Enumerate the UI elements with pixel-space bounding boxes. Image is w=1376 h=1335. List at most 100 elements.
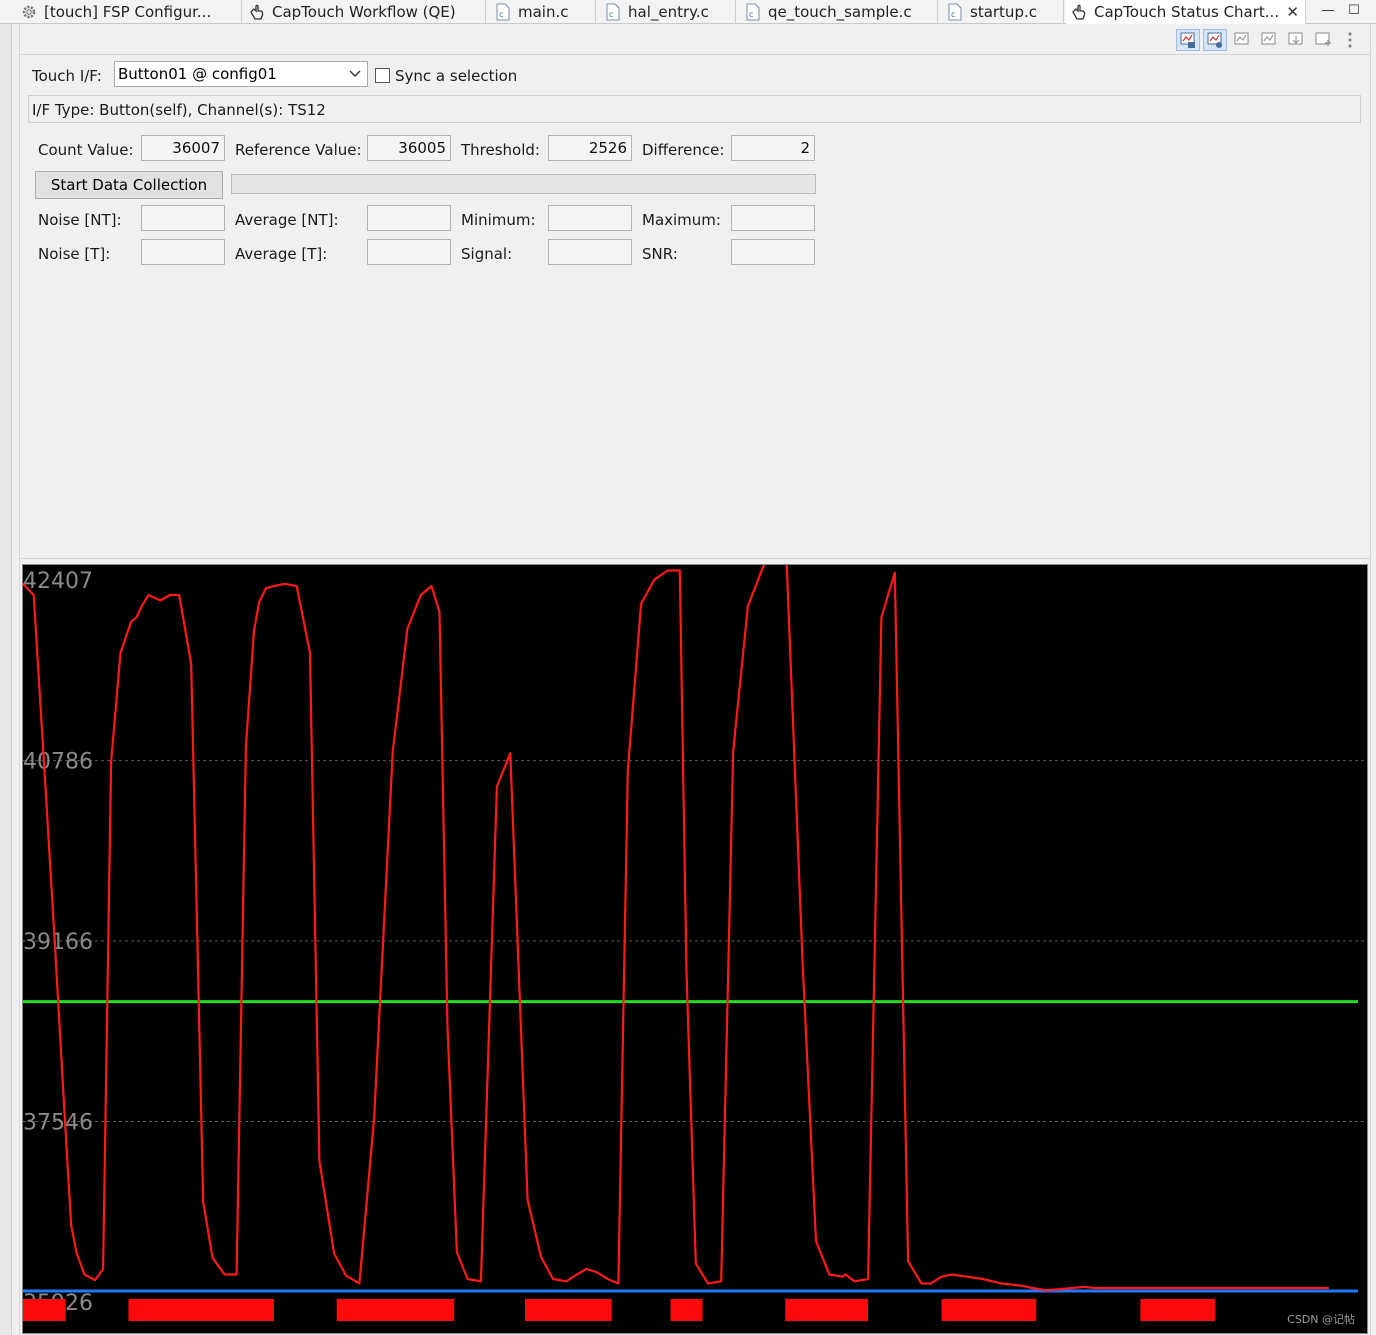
data-point <box>596 1271 598 1273</box>
data-point <box>951 1273 953 1276</box>
data-point <box>253 630 255 632</box>
more-options-icon[interactable] <box>1338 29 1362 51</box>
signal-label: Signal: <box>461 245 513 263</box>
sync-selection-label[interactable]: Sync a selection <box>395 67 517 85</box>
data-point <box>907 1260 909 1262</box>
touch-if-select[interactable]: Button01 @ config01 <box>114 61 368 87</box>
data-point <box>33 594 35 596</box>
data-point <box>653 578 656 580</box>
data-point <box>1021 1285 1023 1287</box>
start-data-collection-button[interactable]: Start Data Collection <box>35 171 223 199</box>
data-point <box>880 616 883 618</box>
data-point <box>1107 1287 1109 1289</box>
status-chart-svg: 4240740786391663754635926 <box>23 565 1367 1321</box>
maximum-field <box>731 205 815 231</box>
tab-captouch-workflow[interactable]: CapTouch Workflow (QE) <box>244 0 486 24</box>
data-point <box>83 1273 85 1276</box>
touch-status-panel: Touch I/F: Button01 @ config01 Sync a se… <box>20 54 1370 559</box>
touch-status-segment <box>670 1299 703 1321</box>
c-file-icon: c <box>604 3 622 21</box>
data-point <box>63 1110 65 1112</box>
data-point <box>1201 1287 1203 1289</box>
data-point <box>667 569 669 572</box>
data-point <box>991 1280 993 1282</box>
touch-status-segment <box>336 1299 455 1321</box>
touch-hand-icon <box>1070 3 1088 21</box>
data-point <box>496 786 498 788</box>
minimum-field <box>548 205 632 231</box>
data-point <box>258 601 260 603</box>
maximize-button[interactable]: ☐ <box>1342 0 1366 20</box>
data-point <box>236 1273 238 1276</box>
chart-add-icon[interactable] <box>1311 29 1335 51</box>
data-point <box>75 1251 77 1253</box>
data-point <box>1234 1287 1236 1289</box>
c-file-icon: c <box>494 3 512 21</box>
noise-t-field <box>141 239 225 265</box>
touch-status-segment <box>785 1299 869 1321</box>
data-point <box>54 945 56 947</box>
data-point <box>1250 1287 1252 1289</box>
data-point <box>1083 1286 1085 1288</box>
data-point <box>1214 1287 1216 1289</box>
data-point <box>110 761 112 763</box>
data-point <box>640 603 642 605</box>
average-nt-label: Average [NT]: <box>235 211 339 229</box>
data-point <box>94 1279 96 1281</box>
y-tick-label: 40786 <box>23 750 93 775</box>
data-point <box>392 750 394 752</box>
data-point <box>1143 1287 1145 1289</box>
difference-field: 2 <box>731 135 815 161</box>
data-point <box>480 1280 482 1282</box>
signal-field <box>548 239 632 265</box>
data-point <box>358 1282 360 1285</box>
data-point <box>70 1223 72 1225</box>
touch-status-segment <box>128 1299 274 1321</box>
chart-export-icon[interactable] <box>1230 29 1254 51</box>
data-point <box>1094 1287 1096 1289</box>
data-point <box>102 1268 104 1270</box>
gear-icon <box>20 3 38 21</box>
chart-save-icon[interactable] <box>1257 29 1281 51</box>
minimize-button[interactable]: — <box>1316 0 1340 20</box>
tab-fsp-configuration[interactable]: [touch] FSP Configur... <box>16 0 242 24</box>
tab-hal-entry-c[interactable]: c hal_entry.c <box>600 0 736 24</box>
data-point <box>679 569 681 572</box>
close-icon[interactable]: ✕ <box>1286 3 1299 21</box>
chart-select-icon[interactable] <box>1176 29 1200 51</box>
tab-startup-c[interactable]: c startup.c <box>942 0 1064 24</box>
touch-status-segment <box>23 1299 66 1321</box>
data-point <box>43 768 45 770</box>
data-point <box>345 1275 347 1277</box>
data-point <box>966 1276 968 1278</box>
chevron-down-icon <box>349 62 361 94</box>
data-point <box>552 1278 554 1280</box>
sync-selection-checkbox[interactable] <box>375 68 390 83</box>
data-point <box>707 1282 709 1285</box>
tab-label: [touch] FSP Configur... <box>44 3 212 21</box>
data-point <box>202 1201 204 1203</box>
chart-view-icon[interactable] <box>1203 29 1227 51</box>
data-point <box>130 621 132 623</box>
data-point <box>1181 1287 1183 1289</box>
data-point <box>224 1273 226 1276</box>
data-point <box>930 1282 932 1285</box>
data-point <box>438 611 441 613</box>
data-point <box>982 1278 984 1280</box>
data-point <box>695 1262 697 1264</box>
count-value-series <box>23 565 1329 1292</box>
editor-tab-bar: [touch] FSP Configur... CapTouch Workflo… <box>0 0 1376 24</box>
noise-nt-label: Noise [NT]: <box>38 211 122 229</box>
tab-main-c[interactable]: c main.c <box>490 0 596 24</box>
chart-download-icon[interactable] <box>1284 29 1308 51</box>
data-point <box>844 1273 847 1276</box>
touch-status-segment <box>1140 1299 1216 1321</box>
data-point <box>430 585 433 587</box>
tab-captouch-status-chart[interactable]: CapTouch Status Chart... ✕ <box>1066 0 1306 24</box>
data-point <box>1071 1287 1073 1289</box>
data-point <box>446 1026 449 1028</box>
data-point <box>169 594 171 596</box>
tab-qe-touch-sample-c[interactable]: c qe_touch_sample.c <box>740 0 938 24</box>
captouch-status-chart-view: Touch I/F: Button01 @ config01 Sync a se… <box>19 24 1371 1335</box>
data-point <box>159 599 162 602</box>
